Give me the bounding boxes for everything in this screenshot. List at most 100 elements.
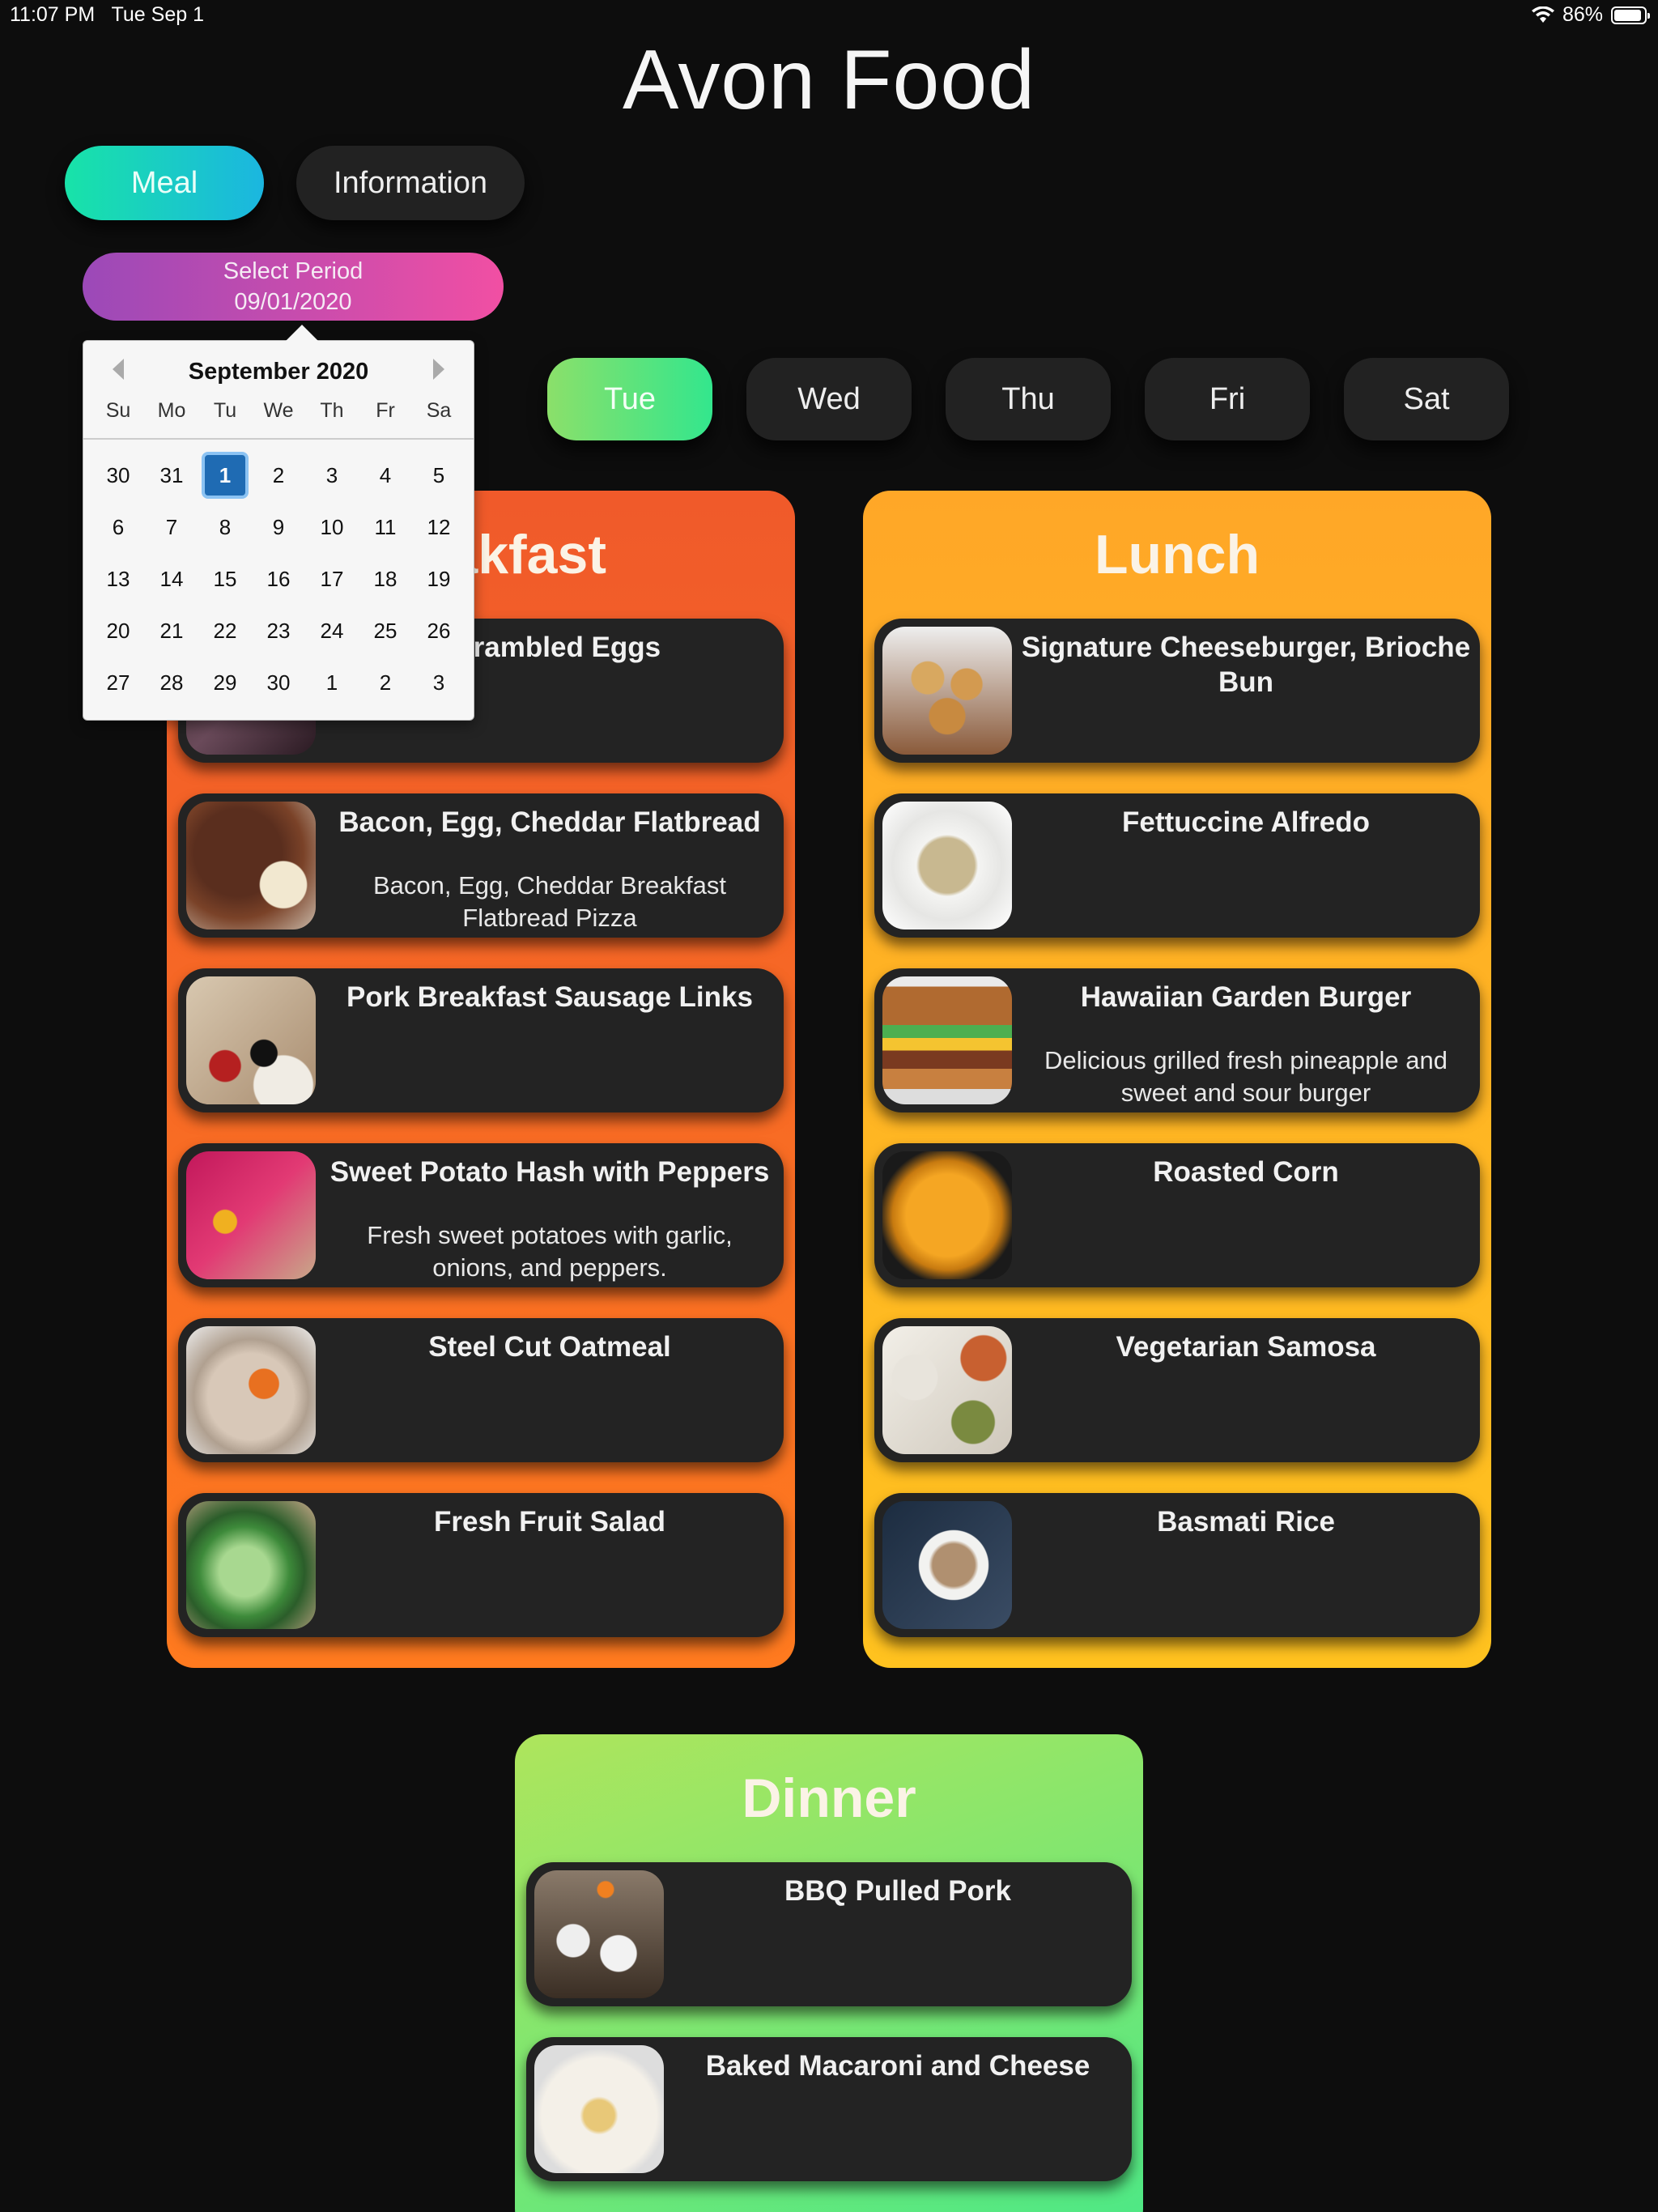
calendar-day-number: 19: [427, 566, 451, 591]
calendar-day-number: 25: [373, 618, 397, 643]
weekday-label: Sa: [426, 399, 452, 422]
item-name: Roasted Corn: [1153, 1156, 1339, 1188]
item-name: Signature Cheeseburger, Brioche Bun: [1021, 632, 1471, 698]
food-photo: [882, 627, 1012, 755]
item-name: Hawaiian Garden Burger: [1080, 981, 1412, 1013]
food-photo: [534, 1870, 664, 1998]
item-name: Steel Cut Oatmeal: [428, 1331, 671, 1363]
calendar-day[interactable]: 29: [198, 657, 252, 708]
menu-item[interactable]: Signature Cheeseburger, Brioche Bun: [874, 619, 1480, 763]
menu-item[interactable]: Hawaiian Garden Burger Delicious grilled…: [874, 968, 1480, 1112]
calendar-day[interactable]: 16: [252, 553, 305, 605]
calendar-day-number: 26: [427, 618, 451, 643]
menu-item[interactable]: Sweet Potato Hash with Peppers Fresh swe…: [178, 1143, 784, 1287]
day-pill-thu[interactable]: Thu: [946, 358, 1111, 440]
weekday-label: Tu: [213, 399, 237, 422]
menu-item[interactable]: Pork Breakfast Sausage Links: [178, 968, 784, 1112]
calendar-day[interactable]: 28: [145, 657, 198, 708]
weekday-label: Mo: [157, 399, 186, 422]
dinner-panel: Dinner BBQ Pulled Pork Baked Macaroni an…: [515, 1734, 1143, 2212]
item-name: BBQ Pulled Pork: [784, 1875, 1012, 1907]
next-month-icon[interactable]: [433, 359, 444, 380]
menu-item[interactable]: Vegetarian Samosa: [874, 1318, 1480, 1462]
calendar-day[interactable]: 21: [145, 605, 198, 657]
food-photo: [882, 1501, 1012, 1629]
calendar-day[interactable]: 14: [145, 553, 198, 605]
calendar-day[interactable]: 24: [305, 605, 359, 657]
calendar-day[interactable]: 19: [412, 553, 466, 605]
calendar-day[interactable]: 11: [359, 501, 412, 553]
weekday-label: We: [263, 399, 294, 422]
calendar-day[interactable]: 30: [91, 449, 145, 501]
status-time: 11:07 PM Tue Sep 1: [10, 3, 204, 27]
item-name: Baked Macaroni and Cheese: [705, 2050, 1090, 2082]
food-photo: [882, 1151, 1012, 1279]
calendar-day-number: 24: [320, 618, 344, 643]
menu-item[interactable]: Steel Cut Oatmeal: [178, 1318, 784, 1462]
calendar-day[interactable]: 23: [252, 605, 305, 657]
calendar-day-number: 29: [213, 670, 237, 695]
battery-percent: 86%: [1562, 3, 1603, 26]
calendar-day-number: 2: [379, 670, 392, 695]
calendar-day[interactable]: 27: [91, 657, 145, 708]
tab-meal[interactable]: Meal: [65, 146, 264, 220]
calendar-day-number: 12: [427, 514, 451, 539]
calendar-day[interactable]: 30: [252, 657, 305, 708]
calendar-day[interactable]: 1: [198, 449, 252, 501]
calendar-day[interactable]: 2: [359, 657, 412, 708]
day-pill-wed[interactable]: Wed: [746, 358, 912, 440]
day-pill-fri[interactable]: Fri: [1145, 358, 1310, 440]
day-pill-tue[interactable]: Tue: [547, 358, 712, 440]
menu-item[interactable]: Bacon, Egg, Cheddar Flatbread Bacon, Egg…: [178, 793, 784, 938]
status-indicators: 86%: [1531, 3, 1650, 27]
calendar-day-number: 4: [379, 462, 392, 487]
item-name: Basmati Rice: [1157, 1506, 1335, 1538]
calendar-day[interactable]: 12: [412, 501, 466, 553]
calendar-day[interactable]: 25: [359, 605, 412, 657]
calendar-divider: [83, 438, 474, 440]
calendar-day-number: 3: [325, 462, 338, 487]
calendar-day[interactable]: 15: [198, 553, 252, 605]
calendar-day[interactable]: 6: [91, 501, 145, 553]
food-photo: [186, 1326, 316, 1454]
weekday-label: Fr: [376, 399, 395, 422]
tab-information[interactable]: Information: [296, 146, 525, 220]
day-pill-sat[interactable]: Sat: [1344, 358, 1509, 440]
menu-item[interactable]: Fresh Fruit Salad: [178, 1493, 784, 1637]
menu-item[interactable]: Fettuccine Alfredo: [874, 793, 1480, 938]
calendar-day[interactable]: 26: [412, 605, 466, 657]
menu-item[interactable]: Roasted Corn: [874, 1143, 1480, 1287]
status-bar: 11:07 PM Tue Sep 1 86%: [0, 0, 1658, 32]
calendar-day[interactable]: 2: [252, 449, 305, 501]
menu-item[interactable]: BBQ Pulled Pork: [526, 1862, 1132, 2006]
calendar-day[interactable]: 13: [91, 553, 145, 605]
menu-item[interactable]: Basmati Rice: [874, 1493, 1480, 1637]
calendar-day[interactable]: 20: [91, 605, 145, 657]
calendar-day[interactable]: 7: [145, 501, 198, 553]
calendar-day[interactable]: 3: [305, 449, 359, 501]
lunch-panel: Lunch Signature Cheeseburger, Brioche Bu…: [863, 491, 1491, 1668]
calendar-day[interactable]: 17: [305, 553, 359, 605]
calendar-day[interactable]: 3: [412, 657, 466, 708]
lunch-title: Lunch: [1095, 524, 1260, 585]
calendar-day[interactable]: 5: [412, 449, 466, 501]
calendar-month-label: September 2020: [188, 359, 369, 385]
calendar-day[interactable]: 1: [305, 657, 359, 708]
calendar-day[interactable]: 4: [359, 449, 412, 501]
calendar-day[interactable]: 10: [305, 501, 359, 553]
calendar-day-number: 9: [272, 514, 285, 539]
calendar-day[interactable]: 22: [198, 605, 252, 657]
select-period-date: 09/01/2020: [234, 289, 352, 315]
calendar-weekdays: Su Mo Tu We Th Fr Sa: [83, 399, 474, 423]
item-name: Fettuccine Alfredo: [1122, 806, 1370, 838]
calendar-day[interactable]: 8: [198, 501, 252, 553]
calendar-day[interactable]: 9: [252, 501, 305, 553]
calendar-day-number: 27: [106, 670, 130, 695]
calendar-day[interactable]: 31: [145, 449, 198, 501]
calendar-day[interactable]: 18: [359, 553, 412, 605]
menu-item[interactable]: Baked Macaroni and Cheese: [526, 2037, 1132, 2181]
calendar-day-number: 1: [325, 670, 338, 695]
food-photo: [186, 802, 316, 929]
popover-arrow: [286, 325, 318, 341]
select-period-button[interactable]: Select Period 09/01/2020: [83, 253, 504, 321]
